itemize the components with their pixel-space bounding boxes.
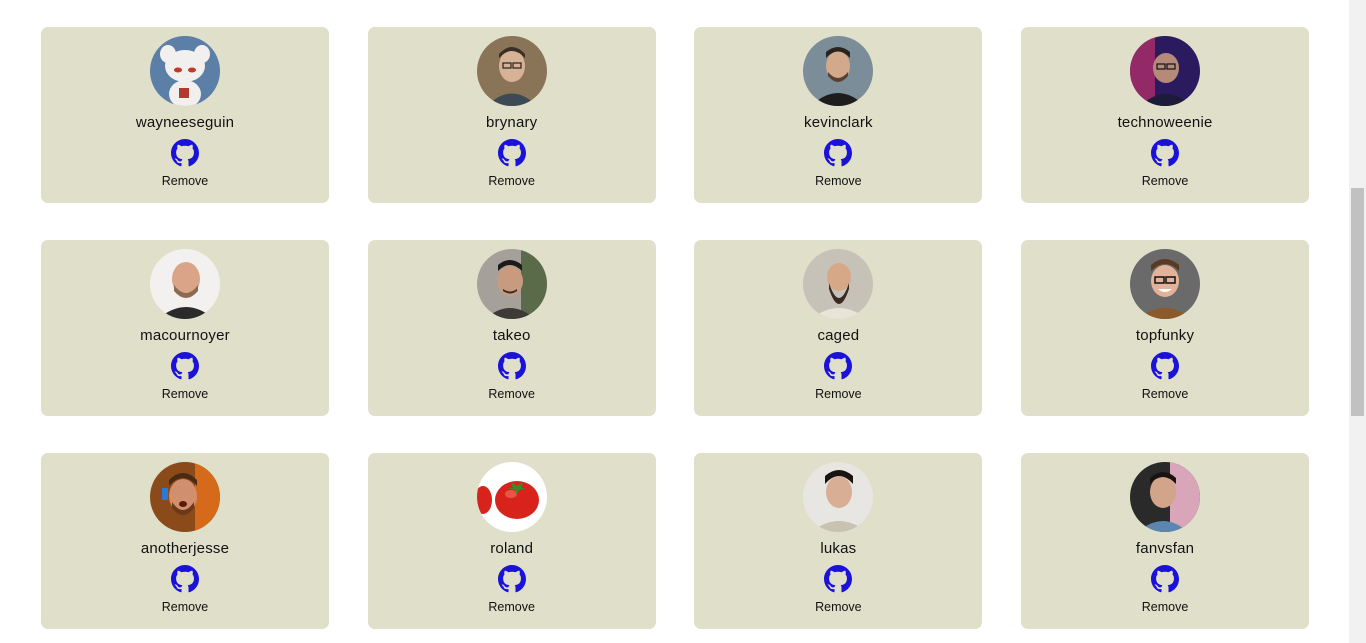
- user-card: roland Remove: [367, 453, 656, 629]
- avatar: [150, 462, 220, 532]
- username: technoweenie: [1117, 114, 1213, 131]
- github-icon: [171, 139, 199, 167]
- username: takeo: [492, 327, 531, 344]
- avatar: [150, 36, 220, 106]
- avatar: [476, 249, 547, 319]
- github-link[interactable]: [824, 565, 853, 593]
- remove-button[interactable]: Remove: [488, 387, 535, 401]
- github-link[interactable]: [171, 139, 199, 167]
- remove-button[interactable]: Remove: [162, 387, 209, 401]
- remove-button[interactable]: Remove: [488, 174, 535, 188]
- github-icon: [497, 565, 526, 593]
- avatar: [476, 36, 547, 106]
- github-link[interactable]: [171, 352, 199, 380]
- user-card: caged Remove: [694, 240, 983, 416]
- github-link[interactable]: [171, 565, 199, 593]
- github-icon: [1151, 352, 1180, 380]
- user-card-grid: wayneeseguin Remove brynary Remove kevin…: [41, 27, 1310, 629]
- avatar: [150, 249, 220, 319]
- github-icon: [171, 352, 199, 380]
- github-icon: [171, 565, 199, 593]
- remove-button[interactable]: Remove: [162, 600, 209, 614]
- username: wayneeseguin: [135, 114, 235, 131]
- github-link[interactable]: [824, 139, 853, 167]
- username: macournoyer: [140, 327, 230, 344]
- github-icon: [1151, 565, 1180, 593]
- github-link[interactable]: [497, 139, 526, 167]
- remove-button[interactable]: Remove: [162, 174, 209, 188]
- user-card: macournoyer Remove: [41, 240, 329, 416]
- username: lukas: [820, 540, 857, 557]
- avatar: [803, 36, 874, 106]
- scrollbar-thumb[interactable]: [1351, 188, 1364, 416]
- avatar: [1130, 462, 1201, 532]
- github-icon: [497, 352, 526, 380]
- avatar: [476, 462, 547, 532]
- username: kevinclark: [804, 114, 873, 131]
- github-link[interactable]: [1151, 565, 1180, 593]
- avatar: [803, 462, 874, 532]
- user-card: lukas Remove: [694, 453, 983, 629]
- user-card: fanvsfan Remove: [1021, 453, 1310, 629]
- vertical-scrollbar[interactable]: [1349, 0, 1366, 643]
- avatar: [1130, 249, 1201, 319]
- username: fanvsfan: [1135, 540, 1195, 557]
- user-card: topfunky Remove: [1021, 240, 1310, 416]
- github-icon: [824, 565, 853, 593]
- remove-button[interactable]: Remove: [815, 387, 862, 401]
- github-icon: [1151, 139, 1180, 167]
- remove-button[interactable]: Remove: [815, 600, 862, 614]
- username: anotherjesse: [140, 540, 230, 557]
- page: wayneeseguin Remove brynary Remove kevin…: [0, 0, 1366, 643]
- avatar: [1130, 36, 1201, 106]
- github-link[interactable]: [1151, 139, 1180, 167]
- remove-button[interactable]: Remove: [488, 600, 535, 614]
- github-link[interactable]: [497, 352, 526, 380]
- user-card: brynary Remove: [367, 27, 656, 203]
- avatar: [803, 249, 874, 319]
- username: topfunky: [1135, 327, 1195, 344]
- user-card: wayneeseguin Remove: [41, 27, 329, 203]
- remove-button[interactable]: Remove: [815, 174, 862, 188]
- remove-button[interactable]: Remove: [1142, 600, 1189, 614]
- github-icon: [824, 139, 853, 167]
- remove-button[interactable]: Remove: [1142, 174, 1189, 188]
- user-card: technoweenie Remove: [1021, 27, 1310, 203]
- username: brynary: [485, 114, 538, 131]
- remove-button[interactable]: Remove: [1142, 387, 1189, 401]
- user-card: anotherjesse Remove: [41, 453, 329, 629]
- github-icon: [824, 352, 853, 380]
- github-icon: [497, 139, 526, 167]
- github-link[interactable]: [824, 352, 853, 380]
- username: roland: [490, 540, 534, 557]
- github-link[interactable]: [1151, 352, 1180, 380]
- user-card: takeo Remove: [367, 240, 656, 416]
- user-card: kevinclark Remove: [694, 27, 983, 203]
- github-link[interactable]: [497, 565, 526, 593]
- username: caged: [817, 327, 860, 344]
